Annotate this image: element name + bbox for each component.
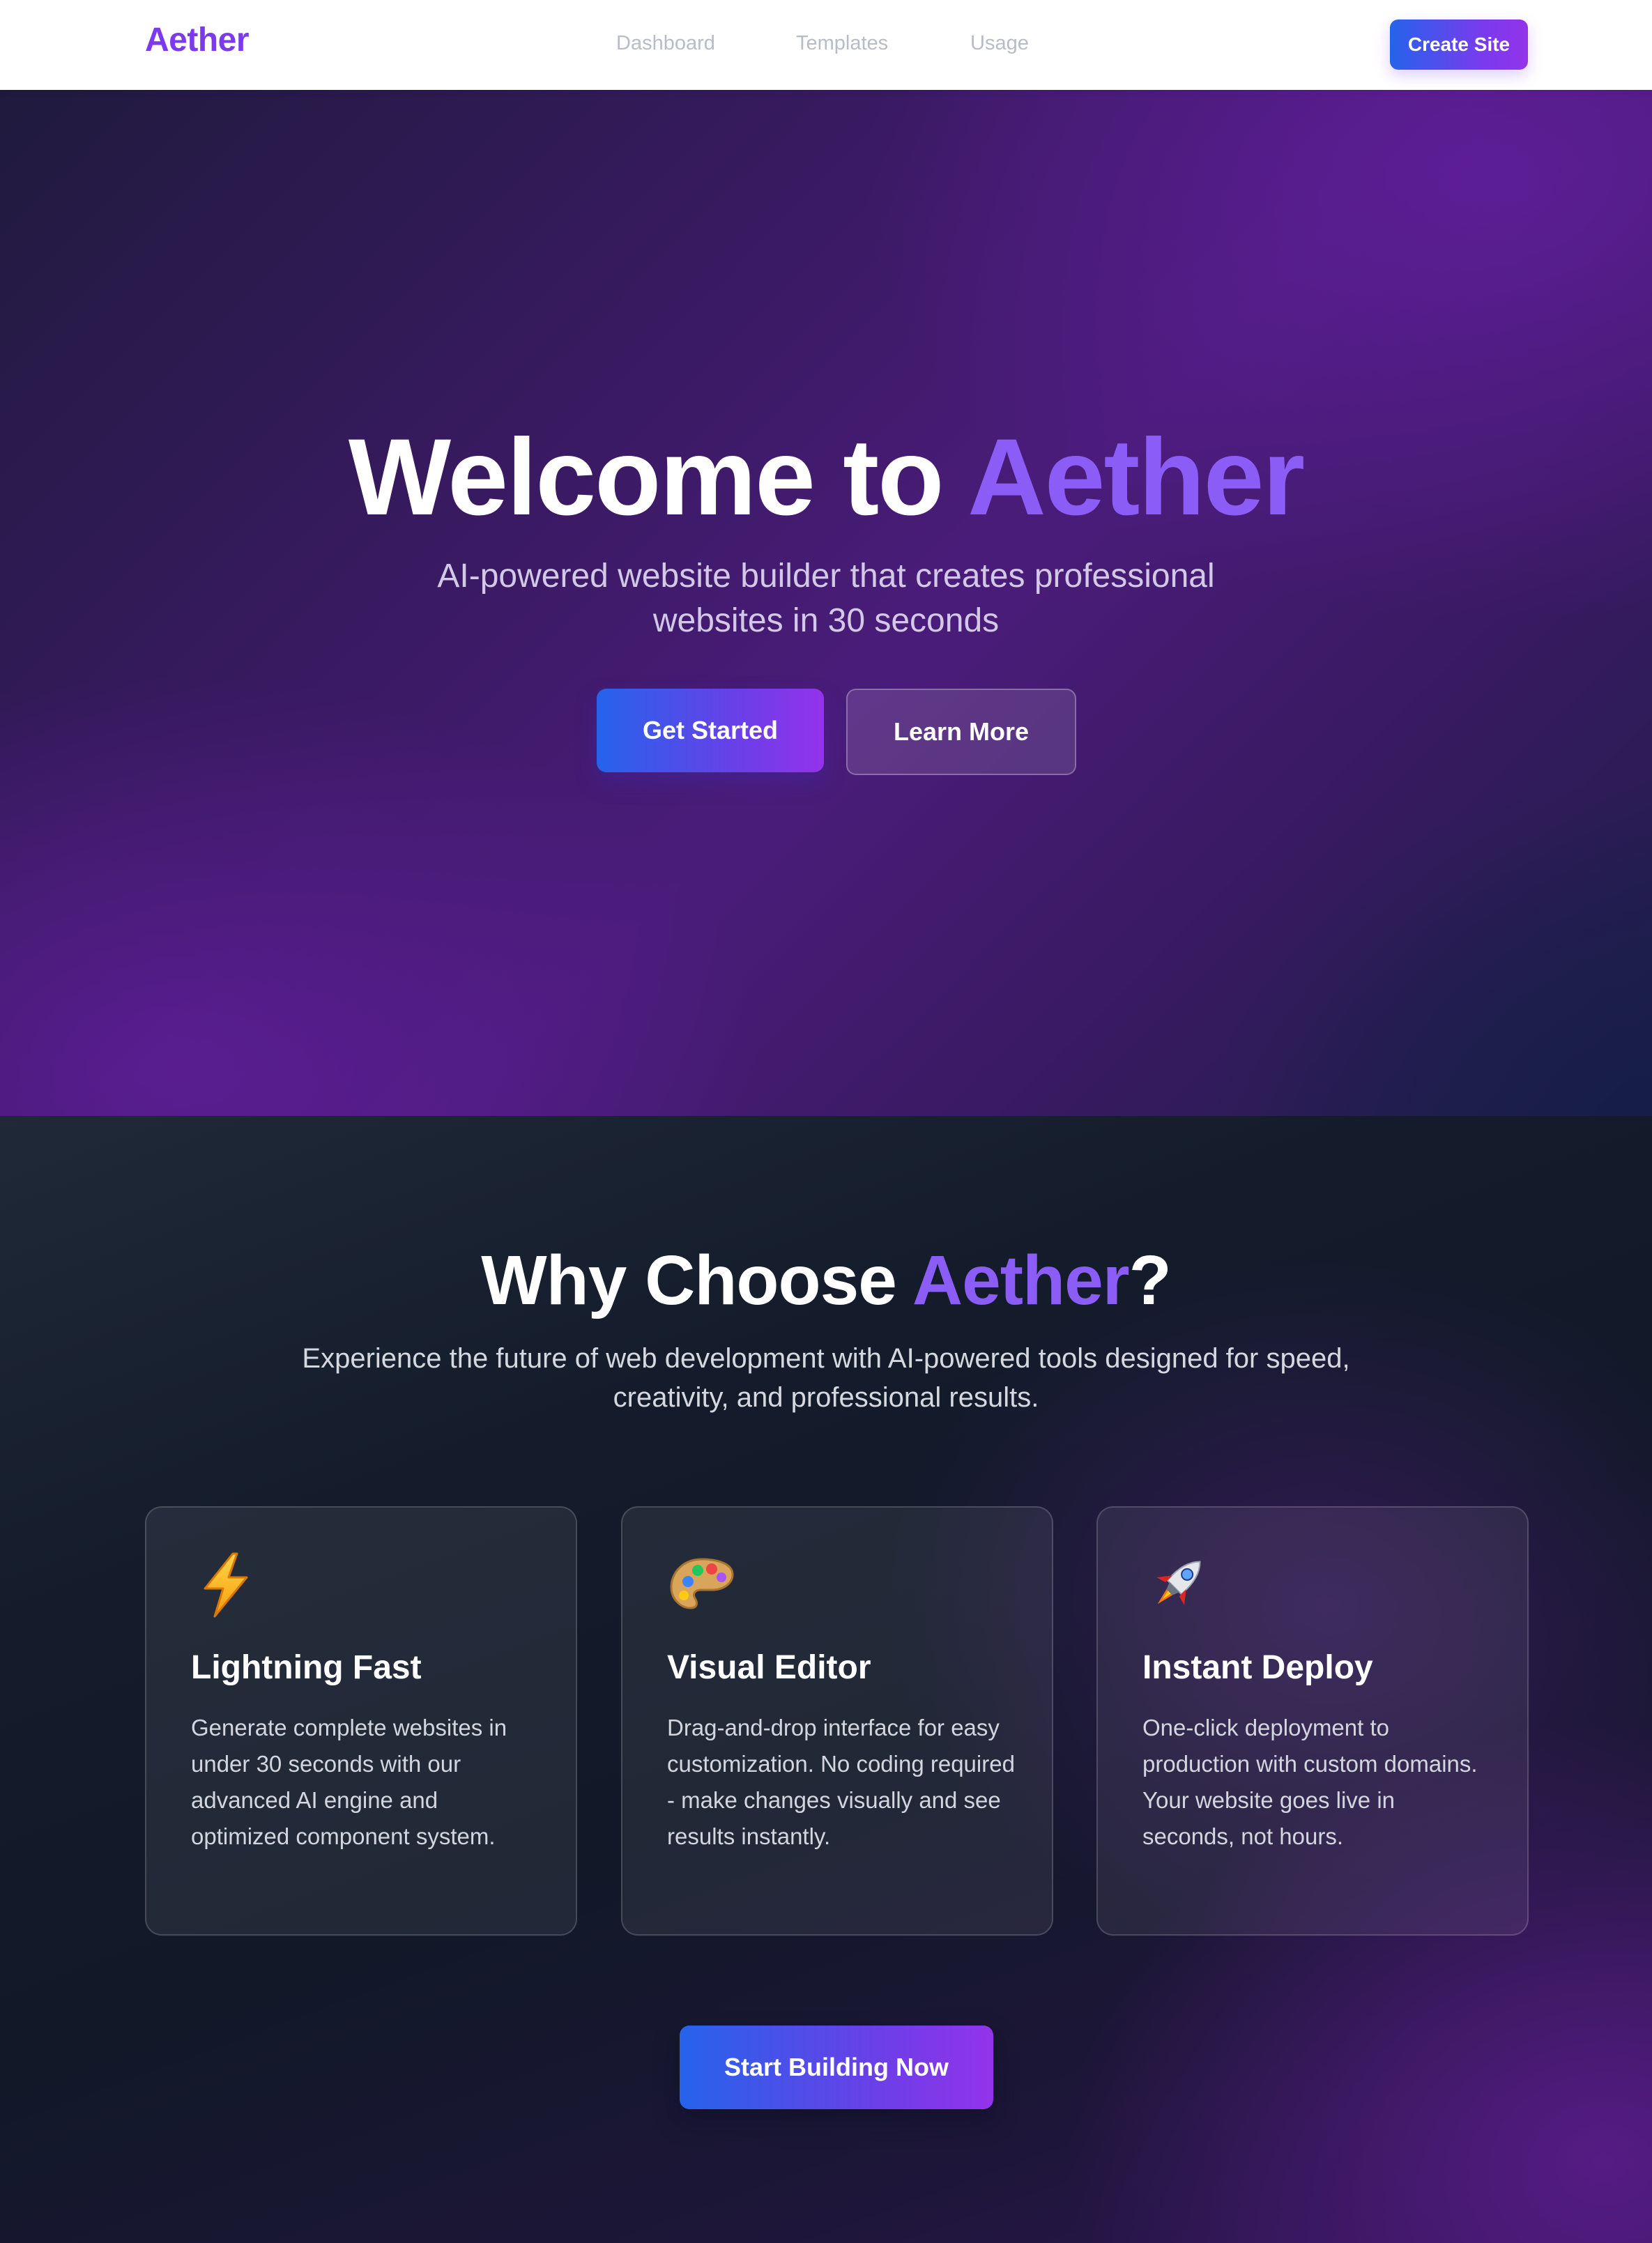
feature-card-title: Visual Editor (667, 1649, 871, 1686)
hero-section: Welcome to Aether AI-powered website bui… (0, 90, 1652, 1116)
feature-card-visual-editor: Visual Editor Drag-and-drop interface fo… (621, 1506, 1053, 1936)
nav-link-dashboard[interactable]: Dashboard (616, 32, 715, 55)
lightning-icon (204, 1552, 248, 1618)
nav-link-usage[interactable]: Usage (970, 32, 1029, 55)
feature-card-body: Generate complete websites in under 30 s… (191, 1715, 507, 1849)
features-subtitle: Experience the future of web development… (302, 1343, 1350, 1413)
features-section: Why Choose Aether? Experience the future… (0, 1116, 1652, 2243)
hero-title: Welcome to Aether (0, 423, 1652, 532)
hero-title-accent: Aether (968, 417, 1305, 538)
rocket-icon (1156, 1561, 1201, 1605)
start-building-button[interactable]: Start Building Now (680, 2026, 993, 2109)
features-title: Why Choose Aether? (0, 1246, 1652, 1315)
top-nav: Aether Dashboard Templates Usage Create … (0, 0, 1652, 90)
get-started-button[interactable]: Get Started (597, 689, 824, 772)
hero-subtitle: AI-powered website builder that creates … (437, 558, 1215, 639)
feature-card-instant-deploy: Instant Deploy One-click deployment to p… (1096, 1506, 1529, 1936)
hero-title-prefix: Welcome to (348, 417, 968, 538)
create-site-button[interactable]: Create Site (1390, 20, 1528, 70)
feature-card-body: One-click deployment to production with … (1142, 1715, 1478, 1849)
features-title-accent: Aether (912, 1241, 1130, 1319)
palette-icon (670, 1558, 734, 1609)
feature-card-lightning-fast: Lightning Fast Generate complete website… (145, 1506, 577, 1936)
features-title-prefix: Why Choose (481, 1241, 912, 1319)
nav-link-templates[interactable]: Templates (796, 32, 888, 55)
learn-more-button[interactable]: Learn More (846, 689, 1076, 775)
brand-logo[interactable]: Aether (145, 21, 250, 59)
feature-card-body: Drag-and-drop interface for easy customi… (667, 1715, 1015, 1849)
feature-card-title: Lightning Fast (191, 1649, 422, 1686)
features-title-suffix: ? (1129, 1241, 1172, 1319)
feature-card-title: Instant Deploy (1142, 1649, 1373, 1686)
